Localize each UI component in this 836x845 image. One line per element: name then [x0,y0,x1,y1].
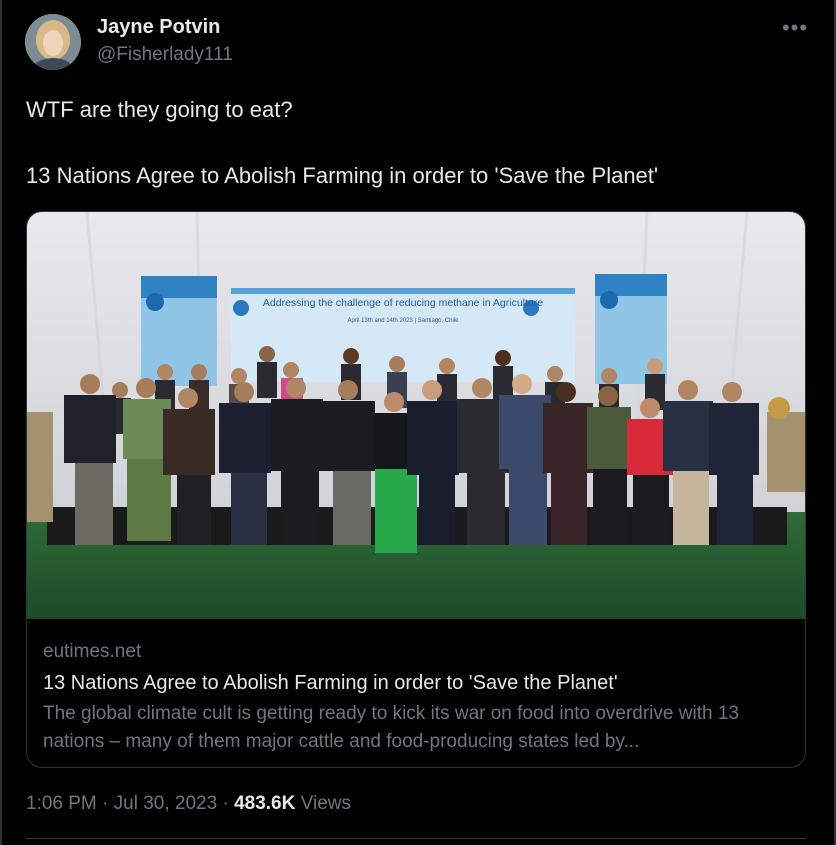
card-description: The global climate cult is getting ready… [43,703,739,752]
avatar-photo [25,14,81,70]
tweet-text-line-1: WTF are they going to eat? [26,97,293,122]
link-preview-card[interactable]: Addressing the challenge of reducing met… [26,211,806,768]
banner-subtext: April 13th and 14th 2023 | Santiago, Chi… [348,318,460,324]
tweet-time[interactable]: 1:06 PM [26,793,97,814]
banner-text: Addressing the challenge of reducing met… [263,297,543,309]
group-photo: Addressing the challenge of reducing met… [27,212,805,619]
more-options-icon[interactable]: ••• [780,14,810,42]
views-label: Views [295,793,351,814]
avatar[interactable] [25,14,81,70]
tweet-text-line-2: 13 Nations Agree to Abolish Farming in o… [26,163,659,188]
author-handle[interactable]: @Fisherlady111 [97,44,233,66]
author-display-name[interactable]: Jayne Potvin [97,16,220,39]
card-image[interactable]: Addressing the challenge of reducing met… [27,212,805,619]
separator-dot: · [96,793,114,814]
tweet-timestamp-row: 1:06 PM · Jul 30, 2023 · 483.6K Views [26,793,351,815]
frame-left-border [0,0,2,845]
tweet-date[interactable]: Jul 30, 2023 [114,793,218,814]
views-count[interactable]: 483.6K [234,793,295,814]
card-meta[interactable]: eutimes.net 13 Nations Agree to Abolish … [43,640,793,756]
card-domain: eutimes.net [43,641,142,662]
separator-dot-2: · [217,793,235,814]
divider [26,838,806,839]
card-title: 13 Nations Agree to Abolish Farming in o… [43,672,618,694]
